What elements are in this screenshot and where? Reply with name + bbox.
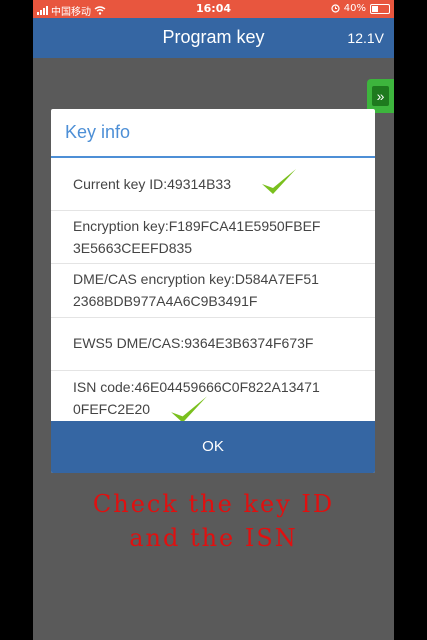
dme-cas-encryption-key-row: DME/CAS encryption key:D584A7EF51 2368BD… xyxy=(51,264,375,318)
double-chevron-right-icon: » xyxy=(372,86,389,106)
dme-cas-encryption-key-line2: 2368BDB977A4A6C9B3491F xyxy=(73,293,258,309)
alarm-icon xyxy=(331,4,340,13)
page-title: Program key xyxy=(162,27,265,47)
title-bar: Program key 12.1V xyxy=(33,18,394,58)
encryption-key-line2: 3E5663CEEFD835 xyxy=(73,240,193,256)
isn-line2: 0FEFC2E20 xyxy=(73,401,151,417)
encryption-key-line1: Encryption key:F189FCA41E5950FBEF xyxy=(73,218,321,234)
isn-line1: ISN code:46E04459666C0F822A13471 xyxy=(73,379,320,395)
key-info-dialog: Key info Current key ID:49314B33 Encrypt… xyxy=(51,109,375,473)
battery-icon xyxy=(370,3,390,14)
key-id-row: Current key ID:49314B33 xyxy=(51,158,375,211)
isn-row: ISN code:46E04459666C0F822A13471 0FEFC2E… xyxy=(51,371,375,423)
ews5-text: EWS5 DME/CAS:9364E3B6374F673F xyxy=(73,335,314,351)
side-expand-tab[interactable]: » xyxy=(367,79,394,113)
status-bar: 中国移动 16:04 40% xyxy=(33,0,394,18)
phone-screen: 中国移动 16:04 40% Program key 12.1V » Key i… xyxy=(33,0,394,640)
ok-button[interactable]: OK xyxy=(51,421,375,473)
dialog-title: Key info xyxy=(51,109,375,158)
dme-cas-encryption-key-line1: DME/CAS encryption key:D584A7EF51 xyxy=(73,271,319,287)
battery-voltage: 12.1V xyxy=(347,30,384,46)
ews5-row: EWS5 DME/CAS:9364E3B6374F673F xyxy=(51,318,375,371)
encryption-key-row: Encryption key:F189FCA41E5950FBEF 3E5663… xyxy=(51,211,375,264)
key-id-text: Current key ID:49314B33 xyxy=(73,176,231,192)
battery-percent: 40% xyxy=(343,3,366,14)
status-right: 40% xyxy=(331,3,390,14)
checkmark-icon xyxy=(262,169,296,194)
annotation-line-1: Check the key ID xyxy=(92,490,335,518)
annotation-line-2: and the ISN xyxy=(129,524,298,552)
